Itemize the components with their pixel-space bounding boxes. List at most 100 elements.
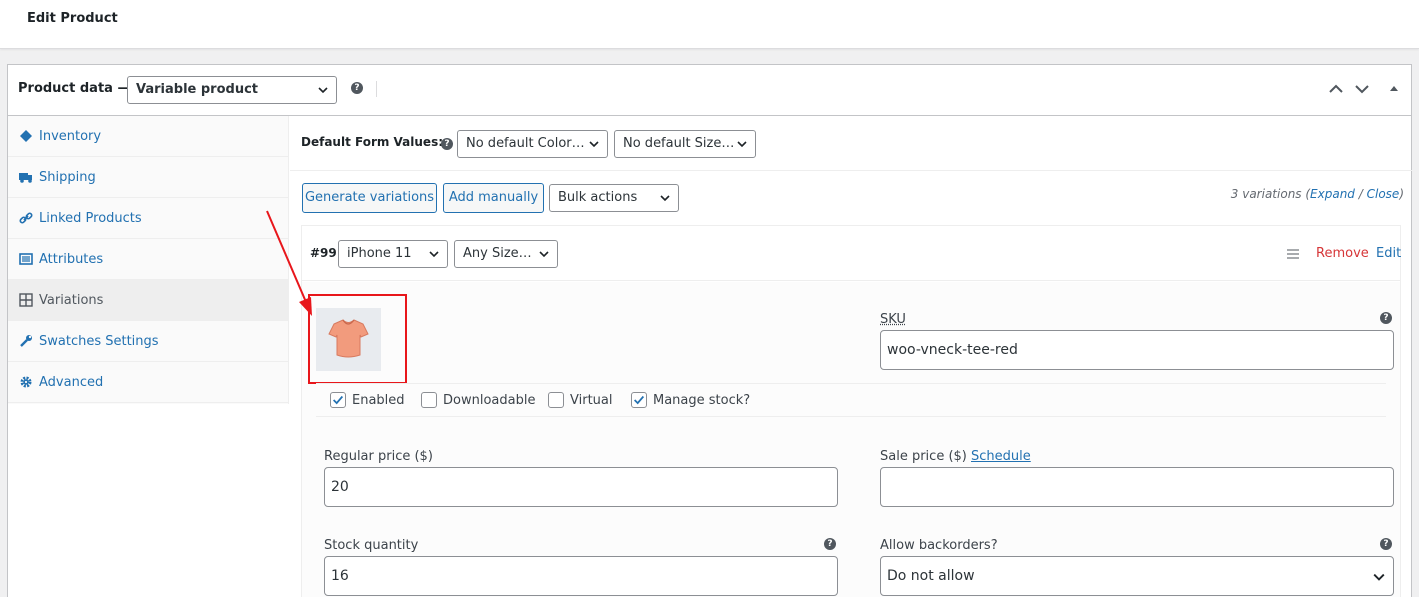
checkmark-icon	[632, 393, 646, 407]
chevron-down-icon	[589, 139, 599, 149]
header-divider	[376, 81, 377, 97]
backorders-select[interactable]: Do not allow	[880, 556, 1394, 596]
variation-color-select[interactable]: iPhone 11	[338, 240, 448, 268]
variation-size-value: Any Size…	[463, 246, 532, 261]
variation-actions-row: Generate variations Add manually Bulk ac…	[290, 172, 1412, 223]
chevron-up-icon[interactable]	[1328, 81, 1344, 97]
default-form-values-label: Default Form Values:	[301, 135, 443, 149]
checkbox-label: Manage stock?	[653, 393, 750, 408]
product-type-select[interactable]: Variable product	[127, 76, 337, 104]
default-form-values-row: Default Form Values: ? No default Color……	[290, 116, 1412, 171]
sidebar-item-attributes[interactable]: Attributes	[8, 239, 289, 280]
help-icon[interactable]: ?	[441, 138, 453, 150]
image-highlight-box	[308, 294, 407, 384]
truck-icon	[19, 170, 33, 184]
chevron-down-icon	[318, 85, 328, 95]
checkbox-label: Enabled	[352, 393, 405, 408]
stock-quantity-input[interactable]: 16	[324, 556, 838, 596]
sidebar-item-label: Swatches Settings	[39, 334, 159, 349]
page-header: Edit Product	[0, 0, 1419, 49]
sidebar-item-label: Shipping	[39, 170, 96, 185]
help-icon[interactable]: ?	[351, 82, 363, 94]
variation-color-value: iPhone 11	[347, 246, 412, 261]
product-type-value: Variable product	[136, 82, 258, 97]
backorders-label: Allow backorders?	[880, 538, 998, 553]
generate-variations-button[interactable]: Generate variations	[302, 183, 437, 213]
variation-body: SKU ? woo-vneck-tee-red Enabled Download…	[302, 282, 1400, 597]
default-size-select[interactable]: No default Size…	[614, 130, 756, 158]
grid-icon	[19, 293, 33, 307]
wrench-icon	[19, 334, 33, 348]
checkbox-label: Virtual	[570, 393, 612, 408]
expand-link[interactable]: Expand	[1310, 187, 1355, 201]
sidebar-item-swatches-settings[interactable]: Swatches Settings	[8, 321, 289, 362]
bulk-actions-value: Bulk actions	[558, 190, 637, 205]
help-icon[interactable]: ?	[1380, 312, 1392, 324]
divider	[316, 416, 1386, 417]
checkbox-box[interactable]	[421, 392, 437, 408]
checkmark-icon	[331, 393, 345, 407]
help-icon[interactable]: ?	[1380, 538, 1392, 550]
chevron-down-icon	[1373, 571, 1385, 583]
help-icon[interactable]: ?	[824, 538, 836, 550]
checkbox-label: Downloadable	[443, 393, 535, 408]
sidebar-item-label: Inventory	[39, 129, 101, 144]
regular-price-label: Regular price ($)	[324, 449, 433, 464]
schedule-link[interactable]: Schedule	[971, 449, 1031, 464]
chevron-down-icon	[539, 249, 549, 259]
sidebar-item-label: Linked Products	[39, 211, 142, 226]
sidebar-item-label: Variations	[39, 293, 103, 308]
variation-size-select[interactable]: Any Size…	[454, 240, 558, 268]
paren-text: )	[1399, 187, 1404, 201]
sidebar-item-variations[interactable]: Variations	[8, 280, 289, 321]
variation-item: #99 iPhone 11 Any Size… Remove Edit SKU …	[301, 225, 1401, 597]
drag-handle-icon[interactable]	[1287, 248, 1299, 260]
edit-variation-link[interactable]: Edit	[1376, 246, 1401, 261]
gear-icon	[19, 375, 33, 389]
regular-price-input[interactable]: 20	[324, 467, 838, 507]
product-data-panel: Product data — Variable product ? Invent…	[7, 64, 1412, 597]
product-data-header: Product data — Variable product ?	[8, 65, 1411, 116]
sidebar-item-linked-products[interactable]: Linked Products	[8, 198, 289, 239]
variations-count: 3 variations (Expand / Close)	[1231, 187, 1404, 201]
backorders-value: Do not allow	[887, 568, 975, 584]
add-manually-button[interactable]: Add manually	[443, 183, 544, 213]
divider	[316, 383, 1386, 384]
sidebar-item-inventory[interactable]: Inventory	[8, 116, 289, 157]
chevron-down-icon[interactable]	[1354, 81, 1370, 97]
collapse-toggle-icon[interactable]	[1386, 81, 1402, 97]
variation-header[interactable]: #99 iPhone 11 Any Size… Remove Edit	[302, 226, 1400, 281]
sale-price-label-text: Sale price ($)	[880, 449, 967, 464]
checkbox-box[interactable]	[631, 392, 647, 408]
sku-input[interactable]: woo-vneck-tee-red	[880, 330, 1394, 370]
variation-number: #99	[310, 246, 337, 260]
product-data-label: Product data —	[18, 81, 130, 96]
sidebar-item-advanced[interactable]: Advanced	[8, 362, 289, 403]
chevron-down-icon	[429, 249, 439, 259]
sale-price-label: Sale price ($) Schedule	[880, 449, 1031, 464]
page-title: Edit Product	[27, 11, 118, 26]
variations-panel: Default Form Values: ? No default Color……	[290, 116, 1412, 597]
sku-label: SKU	[880, 312, 906, 327]
default-color-select[interactable]: No default Color…	[457, 130, 608, 158]
sale-price-input[interactable]	[880, 467, 1394, 507]
remove-variation-link[interactable]: Remove	[1316, 246, 1369, 261]
checkbox-box[interactable]	[330, 392, 346, 408]
bulk-actions-select[interactable]: Bulk actions	[549, 184, 679, 212]
checkbox-box[interactable]	[548, 392, 564, 408]
link-icon	[19, 211, 33, 225]
product-data-tabs: Inventory Shipping Linked Products Attri…	[8, 116, 289, 404]
close-link[interactable]: Close	[1367, 187, 1400, 201]
sidebar-item-shipping[interactable]: Shipping	[8, 157, 289, 198]
sidebar-item-label: Attributes	[39, 252, 103, 267]
variations-count-text: 3 variations (	[1231, 187, 1310, 201]
stock-quantity-label: Stock quantity	[324, 538, 418, 553]
chevron-down-icon	[660, 193, 670, 203]
default-color-value: No default Color…	[466, 136, 585, 151]
list-icon	[19, 252, 33, 266]
separator-text: /	[1355, 187, 1367, 201]
diamond-icon	[19, 129, 33, 143]
default-size-value: No default Size…	[623, 136, 734, 151]
chevron-down-icon	[737, 139, 747, 149]
sidebar-item-label: Advanced	[39, 375, 103, 390]
